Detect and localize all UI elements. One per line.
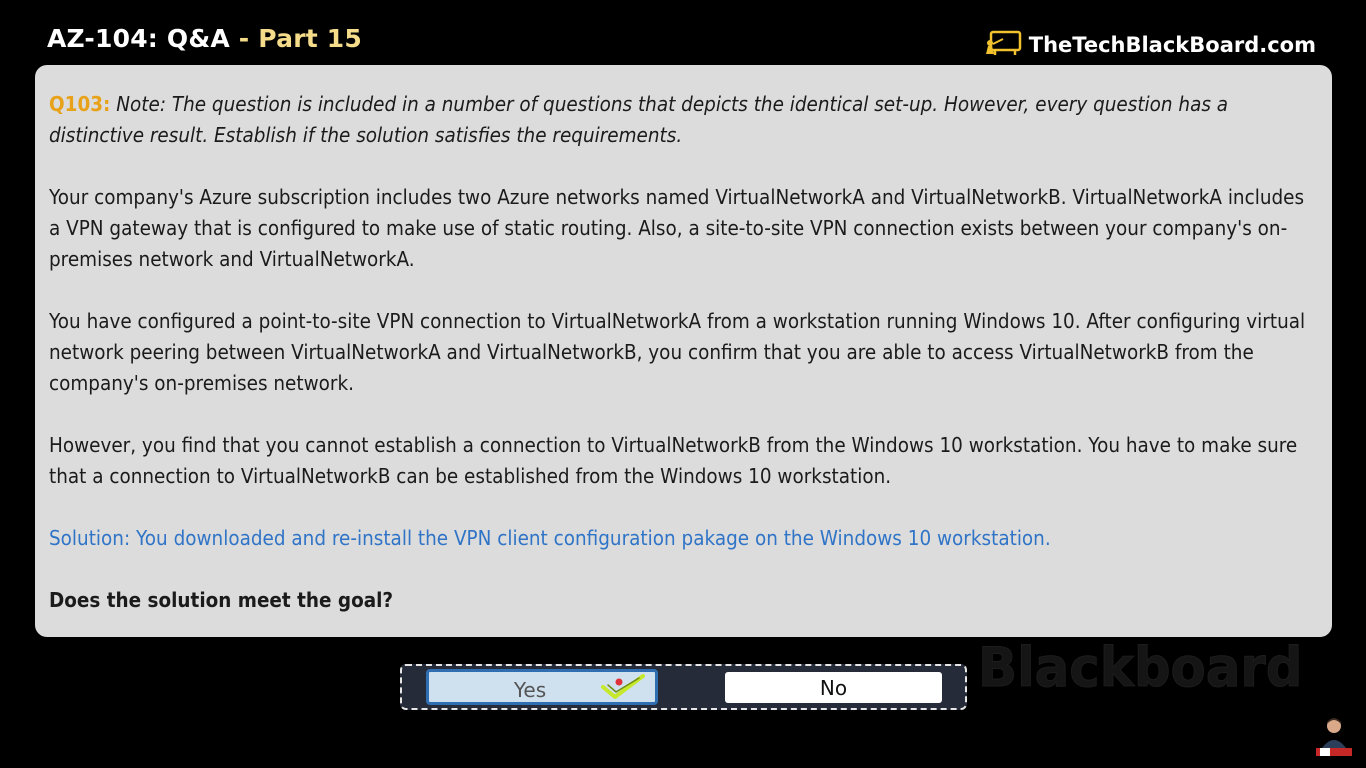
solution-text: Solution: You downloaded and re-install …	[49, 526, 1051, 550]
no-label: No	[819, 676, 848, 700]
question-number: Q103:	[49, 92, 111, 116]
blackboard-logo-icon	[985, 30, 1023, 60]
brand-text: TheTechBlackBoard.com	[1028, 33, 1316, 57]
presenter-avatar-icon	[1316, 714, 1352, 756]
question-note: Note: The question is included in a numb…	[49, 92, 1229, 147]
title-main: AZ-104: Q&A	[47, 24, 230, 53]
brand: TheTechBlackBoard.com	[985, 30, 1316, 60]
question-paragraph-1: Your company's Azure subscription includ…	[49, 185, 1305, 271]
watermark: Blackboard	[978, 636, 1303, 700]
answer-options: Yes No	[400, 664, 967, 710]
question-intro: Q103: Note: The question is included in …	[49, 89, 1319, 151]
yes-button[interactable]: Yes	[426, 669, 658, 705]
no-button[interactable]: No	[725, 672, 942, 703]
question-paragraph-2: You have configured a point-to-site VPN …	[49, 309, 1306, 395]
title-separator: -	[229, 24, 259, 53]
goal-prompt: Does the solution meet the goal?	[49, 588, 394, 612]
page-title: AZ-104: Q&A - Part 15	[47, 24, 362, 53]
question-card: Q103: Note: The question is included in …	[35, 65, 1332, 637]
question-paragraph-3: However, you find that you cannot establ…	[49, 433, 1298, 488]
title-part: Part 15	[258, 24, 362, 53]
checkmark-icon	[599, 673, 647, 705]
